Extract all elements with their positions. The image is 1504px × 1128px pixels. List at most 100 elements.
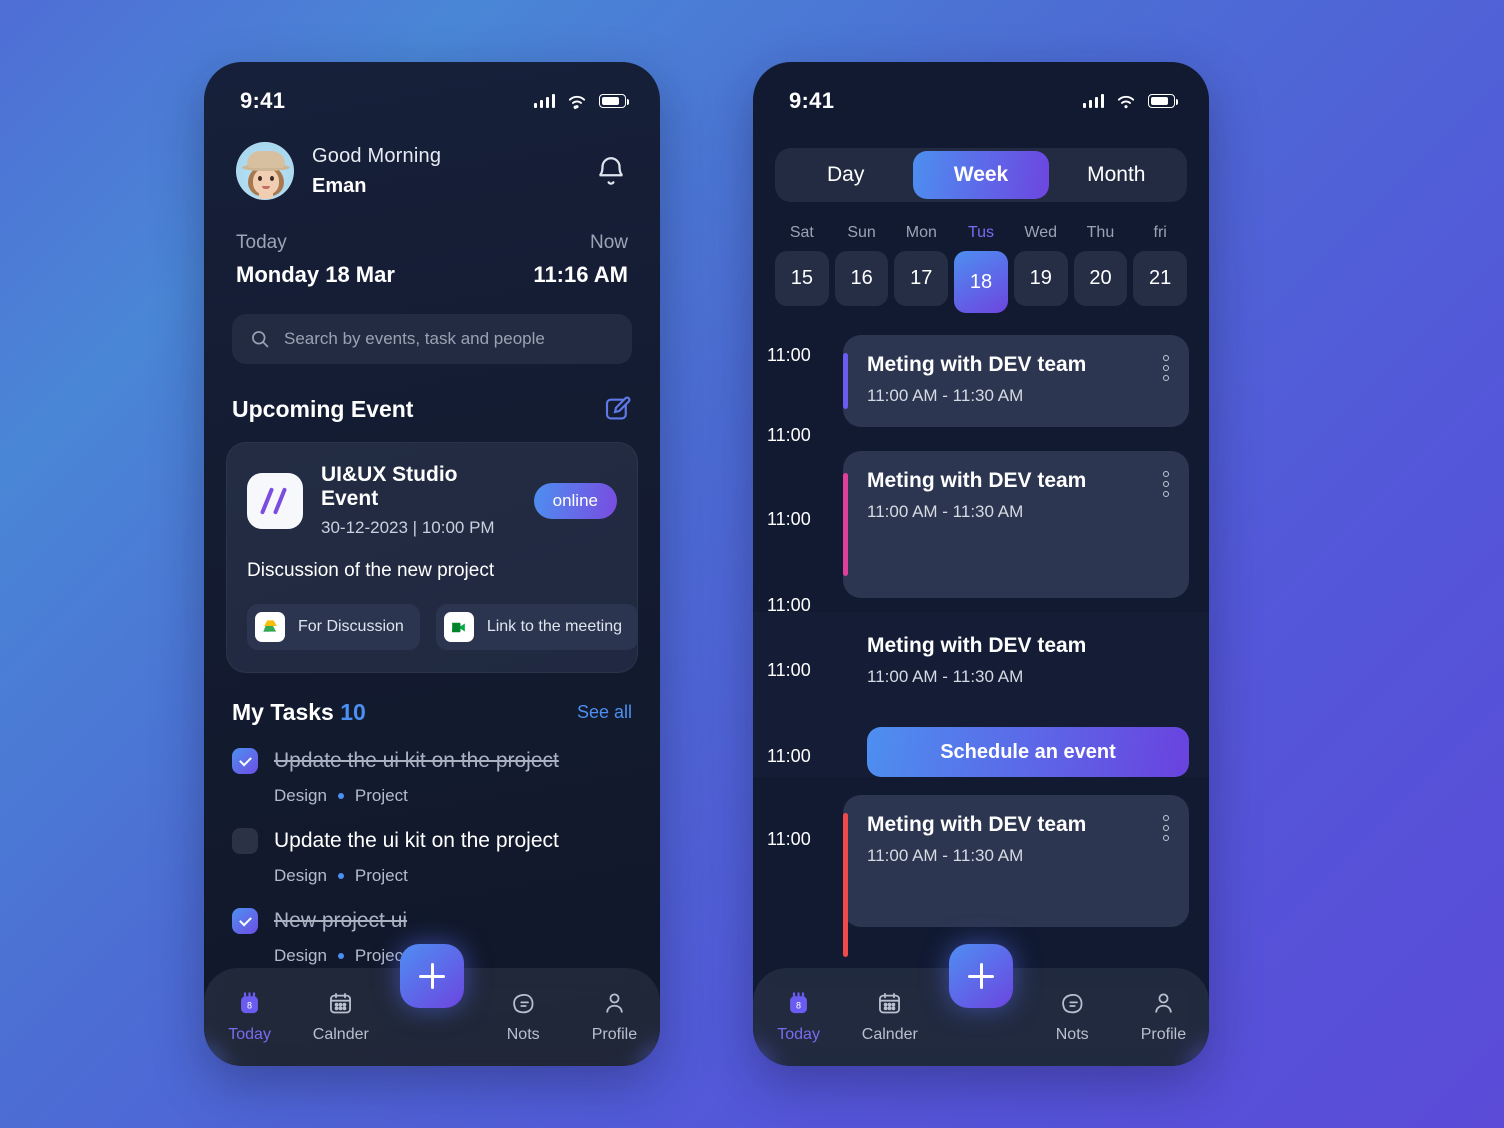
nav-label: Today	[777, 1026, 820, 1043]
tasks-title-text: My Tasks	[232, 699, 334, 725]
see-all-link[interactable]: See all	[577, 702, 632, 723]
week-day-wed[interactable]: Wed 19	[1013, 224, 1068, 313]
attachment-chip-meet[interactable]: Link to the meeting	[435, 604, 639, 650]
event-card[interactable]: Meting with DEV team 11:00 AM - 11:30 AM	[843, 634, 1189, 713]
now-value: 11:16 AM	[533, 262, 628, 287]
event-card[interactable]: Meting with DEV team 11:00 AM - 11:30 AM	[843, 335, 1189, 427]
more-vertical-icon[interactable]	[1163, 355, 1169, 381]
nav-item-today[interactable]: 8 Today	[753, 990, 844, 1044]
week-day-sat[interactable]: Sat 15	[775, 224, 829, 313]
more-vertical-icon[interactable]	[1163, 471, 1169, 497]
now-label: Now	[589, 232, 628, 253]
slash-logo-icon	[247, 472, 303, 529]
svg-text:8: 8	[796, 1001, 801, 1011]
task-checkbox[interactable]	[232, 748, 258, 774]
week-day-tue-selected[interactable]: Tus 18	[954, 224, 1008, 313]
task-checkbox[interactable]	[232, 828, 258, 854]
task-tags: Design Project	[274, 866, 632, 886]
week-day-number: 15	[775, 251, 829, 306]
event-title: Meting with DEV team	[867, 469, 1087, 492]
attachment-chip-drive[interactable]: For Discussion	[247, 604, 420, 650]
tasks-list: Update the ui kit on the project Design …	[204, 748, 660, 966]
tab-day[interactable]: Day	[778, 151, 913, 199]
add-button[interactable]	[949, 944, 1013, 1008]
nav-label: Calnder	[312, 1026, 369, 1043]
nav-label: Calnder	[861, 1026, 918, 1043]
week-day-name: Sun	[847, 224, 876, 241]
status-bar: 9:41	[753, 62, 1209, 114]
event-card[interactable]: Meting with DEV team 11:00 AM - 11:30 AM	[843, 451, 1189, 598]
cellular-signal-icon	[533, 94, 555, 108]
edit-square-icon[interactable]	[602, 394, 632, 424]
time-column: 11:00 11:00	[753, 329, 843, 445]
time-column: 11:00 11:00	[753, 437, 843, 615]
view-segmented-control: Day Week Month	[775, 148, 1187, 202]
tab-month[interactable]: Month	[1049, 151, 1184, 199]
nav-item-calendar[interactable]: Calnder	[844, 990, 935, 1044]
week-day-number: 20	[1073, 251, 1128, 306]
nav-label: Nots	[1055, 1026, 1089, 1043]
event-card-top: UI&UX Studio Event 30-12-2023 | 10:00 PM…	[247, 463, 617, 538]
event-datetime: 30-12-2023 | 10:00 PM	[321, 518, 495, 537]
svg-text:8: 8	[247, 1001, 252, 1011]
task-name: New project ui	[274, 909, 408, 932]
time-column: 11:00 11:00	[753, 612, 843, 777]
tag-separator-dot	[337, 953, 344, 959]
status-bar: 9:41	[204, 62, 660, 114]
search-input[interactable]: Search by events, task and people	[232, 314, 632, 364]
task-tag: Project	[354, 866, 408, 885]
profile-icon	[606, 993, 623, 1013]
week-day-name: Wed	[1024, 224, 1058, 241]
nav-item-profile[interactable]: Profile	[1118, 990, 1209, 1044]
user-avatar[interactable]	[236, 142, 294, 200]
time-label: 11:00	[767, 345, 811, 365]
agenda-list: 11:00 11:00 Meting with DEV team 11:00 A…	[753, 329, 1209, 957]
week-day-fri[interactable]: fri 21	[1133, 224, 1188, 313]
list-item[interactable]: Update the ui kit on the project Design …	[232, 748, 632, 806]
status-icons	[533, 93, 629, 110]
time-label: 11:00	[767, 660, 811, 680]
nav-label: Today	[228, 1026, 271, 1043]
week-day-mon[interactable]: Mon 17	[894, 224, 949, 313]
upcoming-event-title: Upcoming Event	[232, 395, 414, 422]
nav-item-calendar[interactable]: Calnder	[295, 990, 386, 1044]
greeting-salutation: Good Morning	[312, 144, 442, 167]
nav-item-profile[interactable]: Profile	[569, 990, 660, 1044]
list-item[interactable]: Update the ui kit on the project Design …	[232, 828, 632, 886]
nav-item-notes[interactable]: Nots	[478, 990, 569, 1044]
battery-icon	[1148, 94, 1178, 108]
week-day-name: Tus	[967, 224, 995, 241]
week-day-sun[interactable]: Sun 16	[834, 224, 889, 313]
event-time-range: 11:00 AM - 11:30 AM	[867, 667, 1024, 686]
event-card[interactable]: Meting with DEV team 11:00 AM - 11:30 AM	[843, 795, 1189, 957]
event-title: UI&UX Studio Event	[321, 463, 458, 510]
week-day-thu[interactable]: Thu 20	[1073, 224, 1128, 313]
time-label: 11:00	[767, 746, 811, 766]
upcoming-event-card[interactable]: UI&UX Studio Event 30-12-2023 | 10:00 PM…	[226, 442, 639, 673]
week-day-number: 21	[1133, 251, 1188, 306]
calendar-today-icon: 8	[241, 992, 259, 1014]
week-day-number: 17	[894, 251, 949, 306]
event-time-range: 11:00 AM - 11:30 AM	[867, 846, 1024, 865]
google-meet-icon	[443, 612, 474, 642]
agenda-slot: 11:00 11:00 Meting with DEV team 11:00 A…	[753, 437, 1209, 615]
nav-item-notes[interactable]: Nots	[1027, 990, 1118, 1044]
tab-week[interactable]: Week	[913, 151, 1049, 199]
date-now-row: Today Monday 18 Mar Now 11:16 AM	[204, 200, 660, 288]
add-button[interactable]	[400, 944, 464, 1008]
greeting-username: Eman	[312, 174, 367, 197]
calendar-today-icon: 8	[790, 992, 808, 1014]
more-vertical-icon[interactable]	[1163, 815, 1169, 841]
nav-item-today[interactable]: 8 Today	[204, 990, 295, 1044]
event-title: Meting with DEV team	[867, 353, 1087, 376]
event-title: Meting with DEV team	[867, 634, 1087, 657]
schedule-event-button[interactable]: Schedule an event	[867, 727, 1189, 777]
event-status-badge: online	[533, 482, 617, 519]
today-value: Monday 18 Mar	[236, 262, 395, 287]
tag-separator-dot	[337, 873, 344, 879]
time-column: 11:00	[753, 777, 843, 927]
notification-bell-icon[interactable]	[594, 154, 628, 188]
event-description: Discussion of the new project	[247, 560, 495, 581]
task-checkbox[interactable]	[232, 908, 258, 934]
task-name: Update the ui kit on the project	[274, 829, 559, 852]
